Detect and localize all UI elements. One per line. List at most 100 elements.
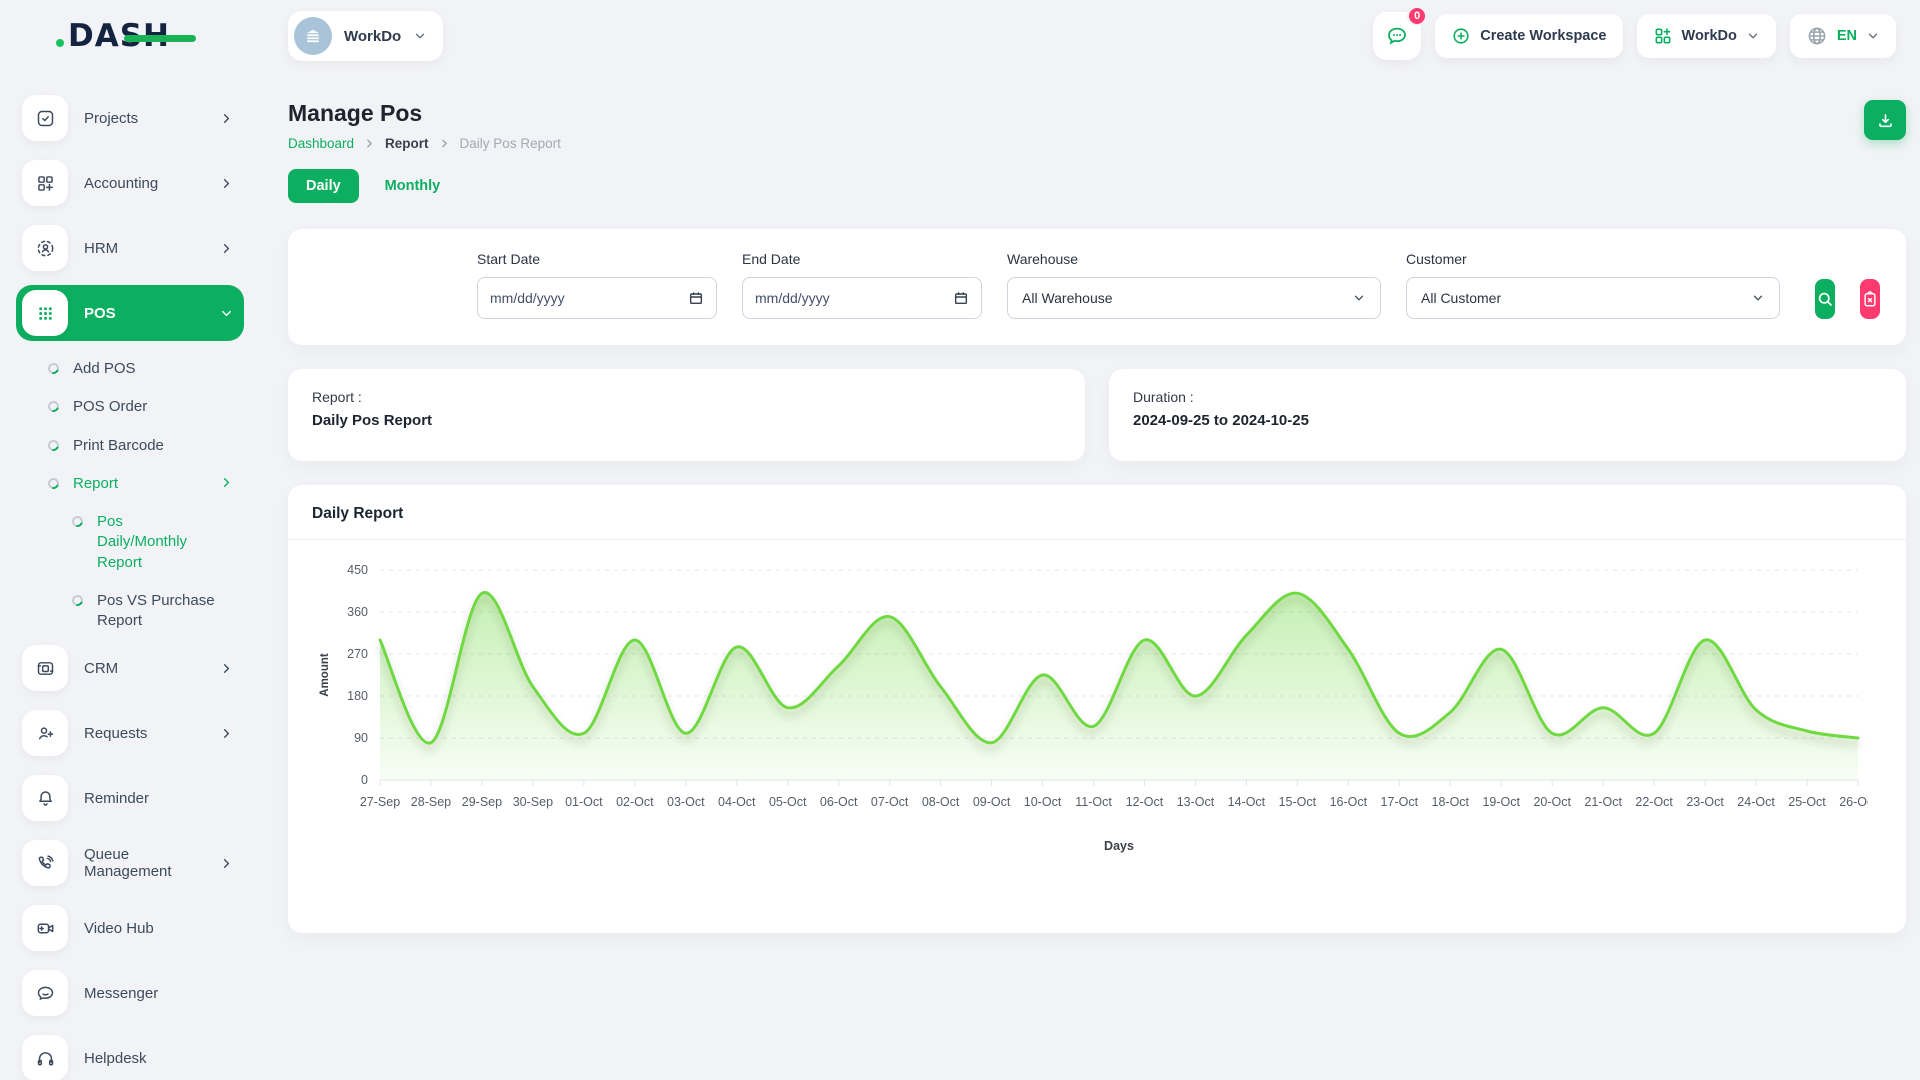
calendar-icon[interactable] (688, 290, 704, 306)
sidebar-subitem-add-pos[interactable]: Add POS (16, 350, 244, 388)
workspace-name: WorkDo (344, 28, 401, 45)
workspace-selector[interactable]: WorkDo (288, 11, 443, 61)
download-button[interactable] (1864, 100, 1906, 140)
tab-daily[interactable]: Daily (288, 169, 359, 203)
workdo-menu-label: WorkDo (1682, 28, 1737, 44)
messages-badge: 0 (1407, 6, 1427, 26)
x-tick-label: 29-Sep (462, 795, 502, 809)
sidebar-item-crm[interactable]: CRM (16, 640, 244, 696)
chevron-right-icon (219, 726, 234, 741)
sidebar-item-pos[interactable]: POS (16, 285, 244, 341)
x-tick-label: 30-Sep (513, 795, 553, 809)
chevron-down-icon (1352, 291, 1366, 305)
x-tick-label: 06-Oct (820, 795, 858, 809)
chevron-right-icon (363, 137, 376, 150)
sidebar-item-accounting[interactable]: Accounting (16, 155, 244, 211)
warehouse-label: Warehouse (1007, 251, 1381, 267)
sidebar-item-projects[interactable]: Projects (16, 90, 244, 146)
user-scan-icon (35, 238, 56, 259)
report-value: Daily Pos Report (312, 412, 1061, 429)
x-tick-label: 16-Oct (1330, 795, 1368, 809)
chevron-right-icon (219, 176, 234, 191)
x-tick-label: 12-Oct (1126, 795, 1164, 809)
sidebar-subitem-report[interactable]: Report (16, 465, 244, 503)
plus-circle-icon (1451, 26, 1471, 46)
daily-report-area-chart[interactable]: 09018027036045027-Sep28-Sep29-Sep30-Sep0… (312, 554, 1868, 874)
sidebar-item-requests[interactable]: Requests (16, 705, 244, 761)
x-tick-label: 17-Oct (1381, 795, 1419, 809)
warehouse-select[interactable]: All Warehouse (1007, 277, 1381, 319)
daily-report-card: Daily Report 09018027036045027-Sep28-Sep… (288, 485, 1906, 933)
breadcrumb-report[interactable]: Report (385, 136, 429, 151)
workspace-avatar (294, 17, 332, 55)
x-tick-label: 24-Oct (1737, 795, 1775, 809)
y-tick-label: 90 (354, 731, 368, 745)
x-tick-label: 04-Oct (718, 795, 756, 809)
download-icon (1876, 111, 1895, 130)
create-workspace-button[interactable]: Create Workspace (1435, 14, 1622, 58)
report-summary-card: Report : Daily Pos Report (288, 369, 1085, 461)
workdo-menu-button[interactable]: WorkDo (1637, 14, 1776, 58)
bell-icon (35, 788, 56, 809)
bullet-icon (46, 361, 61, 376)
report-label: Report : (312, 389, 1061, 405)
sidebar-subitem-pos-daily-monthly-report[interactable]: Pos Daily/Monthly Report (16, 503, 244, 582)
x-tick-label: 07-Oct (871, 795, 909, 809)
chevron-down-icon (1866, 29, 1880, 43)
calendar-icon[interactable] (953, 290, 969, 306)
filter-card: Start Date mm/dd/yyyy End Date mm/dd/yyy… (288, 229, 1906, 345)
y-tick-label: 270 (347, 647, 368, 661)
language-selector[interactable]: EN (1790, 14, 1896, 58)
messages-button[interactable]: 0 (1373, 12, 1421, 60)
headphones-icon (35, 1048, 56, 1069)
chevron-right-icon (219, 475, 234, 490)
x-tick-label: 20-Oct (1533, 795, 1571, 809)
sidebar-item-reminder[interactable]: Reminder (16, 770, 244, 826)
end-date-input[interactable]: mm/dd/yyyy (742, 277, 982, 319)
chevron-down-icon (1751, 291, 1765, 305)
reset-filter-button[interactable] (1860, 279, 1880, 319)
globe-icon (1806, 25, 1828, 47)
top-bar: DASH WorkDo 0 (0, 0, 1920, 72)
x-tick-label: 11-Oct (1075, 795, 1112, 809)
language-label: EN (1837, 28, 1857, 44)
sidebar-subitem-pos-vs-purchase-report[interactable]: Pos VS Purchase Report (16, 582, 244, 641)
end-date-label: End Date (742, 251, 982, 267)
chevron-down-icon (1746, 29, 1760, 43)
start-date-label: Start Date (477, 251, 717, 267)
x-tick-label: 15-Oct (1279, 795, 1317, 809)
main-content: Manage Pos Dashboard Report Daily Pos Re… (260, 72, 1920, 1080)
sidebar-item-queue-management[interactable]: Queue Management (16, 835, 244, 891)
search-icon (1816, 290, 1834, 308)
x-tick-label: 23-Oct (1686, 795, 1724, 809)
sidebar-item-hrm[interactable]: HRM (16, 220, 244, 276)
bullet-icon (46, 437, 61, 452)
x-tick-label: 10-Oct (1024, 795, 1062, 809)
x-tick-label: 19-Oct (1482, 795, 1520, 809)
sidebar-subitem-print-barcode[interactable]: Print Barcode (16, 427, 244, 465)
grid-dots-icon (35, 303, 56, 324)
tab-monthly[interactable]: Monthly (385, 178, 441, 194)
y-tick-label: 450 (347, 563, 368, 577)
chevron-right-icon (219, 856, 234, 871)
page-title: Manage Pos (288, 100, 561, 127)
logo[interactable]: DASH (0, 18, 260, 54)
x-tick-label: 13-Oct (1177, 795, 1215, 809)
x-tick-label: 18-Oct (1432, 795, 1470, 809)
chevron-right-icon (219, 111, 234, 126)
start-date-input[interactable]: mm/dd/yyyy (477, 277, 717, 319)
search-button[interactable] (1815, 279, 1835, 319)
sidebar-subitem-pos-order[interactable]: POS Order (16, 388, 244, 426)
sidebar-item-video-hub[interactable]: Video Hub (16, 900, 244, 956)
bullet-icon (70, 593, 85, 608)
chevron-right-icon (219, 661, 234, 676)
sidebar: Projects Accounting HRM POS Add POS POS … (0, 72, 260, 1080)
grid-plus-icon (1653, 26, 1673, 46)
chevron-right-icon (219, 241, 234, 256)
customer-select[interactable]: All Customer (1406, 277, 1780, 319)
breadcrumb-dashboard[interactable]: Dashboard (288, 136, 354, 151)
sidebar-item-messenger[interactable]: Messenger (16, 965, 244, 1021)
report-period-tabs: Daily Monthly (288, 169, 1906, 203)
logo-dash-bar (124, 35, 196, 42)
sidebar-item-helpdesk[interactable]: Helpdesk (16, 1030, 244, 1080)
